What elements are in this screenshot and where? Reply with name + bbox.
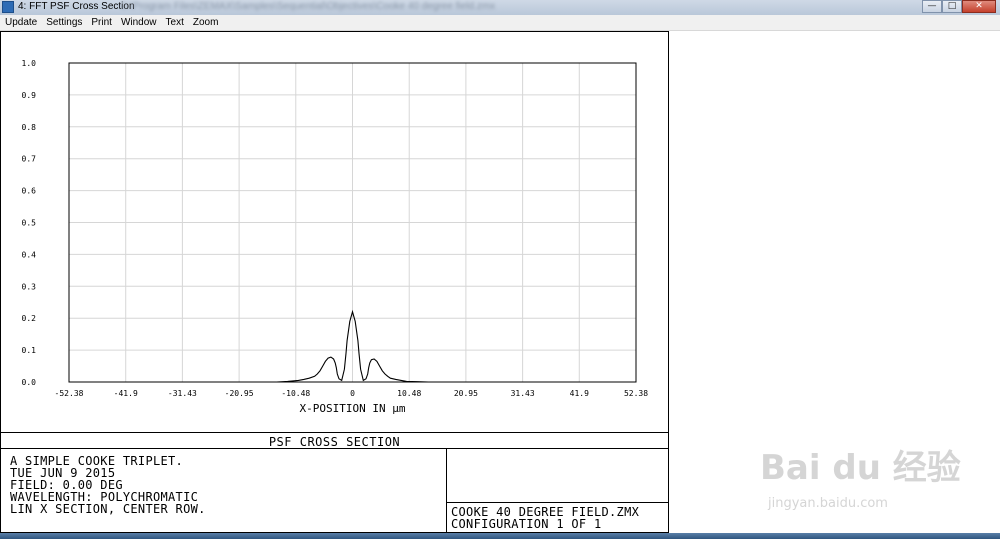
y-tick-label: 0.0	[22, 378, 37, 387]
menu-update[interactable]: Update	[0, 17, 41, 28]
y-tick-label: 0.4	[22, 250, 37, 259]
menu-text[interactable]: Text	[161, 17, 188, 28]
y-tick-label: 0.1	[22, 346, 37, 355]
y-tick-label: 1.0	[22, 59, 37, 68]
y-tick-label: 0.9	[22, 91, 37, 100]
y-tick-labels: 0.0 0.1 0.2 0.3 0.4 0.5 0.6 0.7 0.8 0.9 1.0	[22, 59, 37, 387]
y-tick-label: 0.8	[22, 123, 37, 132]
x-tick-label: -52.38	[55, 389, 84, 398]
x-tick-label: 52.38	[624, 389, 648, 398]
x-tick-label: -31.43	[168, 389, 197, 398]
configuration-label: CONFIGURATION 1 OF 1	[451, 517, 602, 531]
x-tick-labels: -52.38 -41.9 -31.43 -20.95 -10.48 0 10.48 20.95…	[55, 389, 649, 398]
menu-print[interactable]: Print	[86, 17, 116, 28]
close-button[interactable]: ✕	[962, 0, 996, 13]
chart-grid	[68, 62, 637, 383]
panel-divider-vertical	[446, 448, 447, 534]
menu-settings[interactable]: Settings	[41, 17, 86, 28]
x-tick-label: 0	[350, 389, 355, 398]
x-axis-label: X-POSITION IN µm	[300, 402, 406, 415]
psf-chart: 0.0 0.1 0.2 0.3 0.4 0.5 0.6 0.7 0.8 0.9 1.0 -52.38…	[22, 59, 649, 415]
x-tick-label: -20.95	[225, 389, 254, 398]
y-tick-label: 0.5	[22, 219, 37, 228]
y-tick-label: 0.2	[22, 314, 37, 323]
x-tick-label: 20.95	[454, 389, 478, 398]
panel-divider-right	[446, 502, 668, 503]
menu-window[interactable]: Window	[116, 17, 161, 28]
app-icon[interactable]	[2, 1, 14, 13]
x-tick-label: 31.43	[511, 389, 535, 398]
plot-frame: 0.0 0.1 0.2 0.3 0.4 0.5 0.6 0.7 0.8 0.9 1.0 -52.38…	[0, 31, 669, 534]
watermark-logo: Bai du 经验	[760, 448, 961, 488]
taskbar[interactable]	[0, 533, 1000, 539]
y-tick-label: 0.6	[22, 187, 37, 196]
minimize-button[interactable]: —	[922, 0, 942, 13]
x-tick-label: 10.48	[397, 389, 421, 398]
window-titlebar[interactable]: 4: FFT PSF Cross Section C:\Program File…	[0, 0, 1000, 16]
menu-zoom[interactable]: Zoom	[188, 17, 223, 28]
window-title: 4: FFT PSF Cross Section	[18, 1, 135, 12]
y-tick-label: 0.3	[22, 282, 37, 291]
window-controls: — □ ✕	[922, 0, 996, 14]
window-title-path: C:\Program Files\ZEMAX\Samples\Sequentia…	[120, 1, 496, 12]
x-tick-label: -41.9	[114, 389, 138, 398]
watermark-url: jingyan.baidu.com	[768, 496, 888, 511]
x-tick-label: 41.9	[570, 389, 589, 398]
panel-divider-top	[1, 432, 668, 433]
info-section: LIN X SECTION, CENTER ROW.	[10, 502, 206, 516]
panel-divider-title	[1, 448, 668, 449]
maximize-button[interactable]: □	[942, 0, 962, 13]
x-tick-label: -10.48	[281, 389, 310, 398]
menu-bar: Update Settings Print Window Text Zoom	[0, 15, 1000, 31]
y-tick-label: 0.7	[22, 155, 37, 164]
